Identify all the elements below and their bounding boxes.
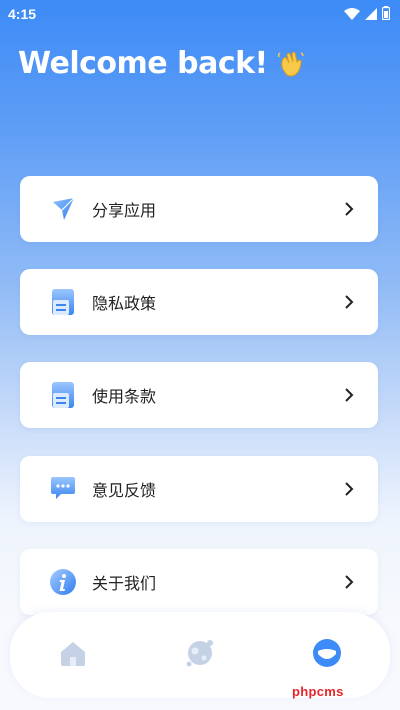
wifi-icon (344, 5, 360, 24)
menu-item-label: 分享应用 (92, 201, 157, 220)
menu-item-label: 意见反馈 (92, 481, 157, 500)
menu-item-about-us[interactable]: 关于我们 (20, 549, 378, 615)
status-bar: 4:15 (0, 0, 400, 28)
profile-icon (311, 637, 343, 673)
chat-bubble-icon (48, 474, 78, 504)
info-icon (48, 567, 78, 597)
menu-item-label: 隐私政策 (92, 294, 157, 313)
chevron-right-icon (342, 482, 356, 496)
chevron-right-icon (342, 388, 356, 402)
welcome-header: Welcome back! (18, 46, 306, 81)
home-icon (58, 639, 88, 671)
send-icon (48, 194, 78, 224)
signal-icon (365, 5, 377, 24)
battery-icon (381, 5, 391, 24)
planet-icon (184, 637, 216, 673)
chevron-right-icon (342, 295, 356, 309)
clapping-hands-icon (276, 49, 306, 79)
tab-profile[interactable] (302, 630, 352, 680)
menu-item-label: 使用条款 (92, 387, 157, 406)
document-icon (48, 380, 78, 410)
menu-item-share-app[interactable]: 分享应用 (20, 176, 378, 242)
status-time: 4:15 (8, 6, 37, 22)
tab-discover[interactable] (175, 630, 225, 680)
menu-item-privacy-policy[interactable]: 隐私政策 (20, 269, 378, 335)
status-icons (344, 5, 391, 24)
watermark-text: phpcms (292, 684, 344, 699)
chevron-right-icon (342, 202, 356, 216)
chevron-right-icon (342, 575, 356, 589)
menu-item-label: 关于我们 (92, 574, 157, 593)
page-title: Welcome back! (18, 46, 268, 81)
menu-item-feedback[interactable]: 意见反馈 (20, 456, 378, 522)
document-icon (48, 287, 78, 317)
tab-home[interactable] (48, 630, 98, 680)
menu-item-terms-of-use[interactable]: 使用条款 (20, 362, 378, 428)
